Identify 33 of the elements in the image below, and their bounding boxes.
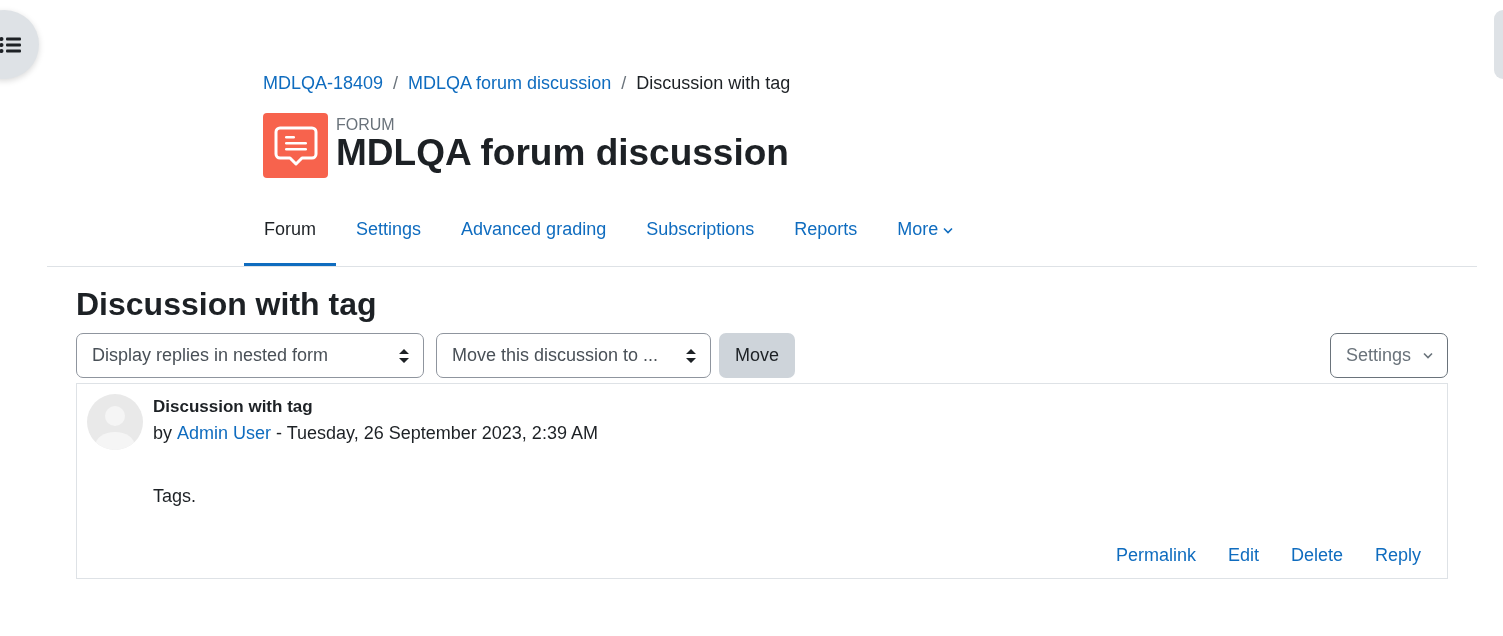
nav-tab[interactable]: Reports	[774, 204, 878, 266]
chevron-down-icon	[943, 226, 954, 234]
move-discussion-select[interactable]: Move this discussion to ...	[436, 333, 711, 379]
author-link[interactable]: Admin User	[177, 419, 272, 447]
sort-icon	[399, 348, 409, 363]
post-action-link[interactable]: Permalink	[1115, 541, 1196, 569]
move-button[interactable]: Move	[719, 333, 795, 379]
post-subject: Discussion with tag	[153, 396, 314, 419]
settings-dropdown-button[interactable]: Settings	[1329, 333, 1448, 379]
breadcrumb-current: Discussion with tag	[636, 72, 791, 95]
nav-tab[interactable]: More	[877, 204, 974, 266]
nav-tab[interactable]: Settings	[336, 204, 442, 266]
breadcrumb-separator: /	[393, 72, 399, 95]
nav-tab[interactable]: Subscriptions	[626, 204, 775, 266]
discussion-title: Discussion with tag	[76, 285, 378, 324]
nav-tab[interactable]: Advanced grading	[441, 204, 627, 266]
page-title: MDLQA forum discussion	[336, 133, 789, 174]
chevron-down-icon	[1423, 352, 1433, 360]
nav-tab[interactable]: Forum	[244, 204, 336, 266]
breadcrumb-separator: /	[621, 72, 627, 95]
byline-text: by	[153, 421, 172, 445]
breadcrumb-link[interactable]: MDLQA forum discussion	[408, 70, 612, 97]
post-body: Tags.	[153, 484, 198, 508]
post-action-link[interactable]: Edit	[1227, 541, 1259, 569]
list-icon	[0, 36, 21, 53]
post-date: - Tuesday, 26 September 2023, 2:39 AM	[276, 421, 598, 445]
post-action-link[interactable]: Reply	[1374, 541, 1421, 569]
forum-icon	[263, 113, 328, 178]
activity-type-label: FORUM	[336, 117, 396, 134]
post-action-link[interactable]: Delete	[1290, 541, 1343, 569]
sort-icon	[686, 348, 696, 363]
breadcrumb-link[interactable]: MDLQA-18409	[263, 70, 384, 97]
display-mode-select[interactable]: Display replies in nested form	[76, 333, 424, 379]
